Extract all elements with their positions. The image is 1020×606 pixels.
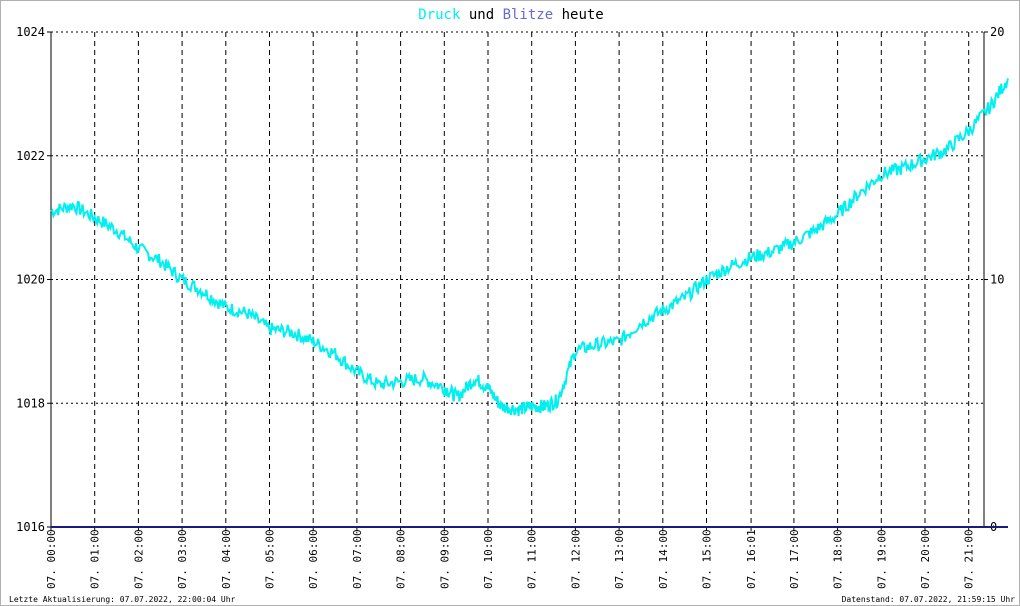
- chart-title: Druck und Blitze heute: [418, 7, 603, 23]
- y-tick-label: 1016: [16, 520, 45, 534]
- x-tick-label: 07. 12:00: [569, 529, 582, 589]
- x-tick-label: 07. 11:00: [526, 529, 539, 589]
- y-tick-label: 1018: [16, 396, 45, 410]
- x-tick-label: 07. 13:00: [613, 529, 626, 589]
- x-tick-label: 07. 20:00: [919, 529, 932, 589]
- x-tick-label: 07. 18:00: [832, 529, 845, 589]
- grid: [50, 31, 984, 527]
- x-tick-label: 07. 19:00: [875, 529, 888, 589]
- axes: [47, 31, 988, 531]
- title-und: und: [460, 7, 502, 23]
- x-tick-label: 07. 01:00: [89, 529, 102, 589]
- y-tick-label: 1022: [16, 149, 45, 163]
- title-heute: heute: [553, 7, 604, 23]
- x-tick-label: 07. 04:00: [220, 529, 233, 589]
- title-druck: Druck: [418, 7, 461, 23]
- y-tick-labels: 1016 1018 1020 1022 1024: [16, 25, 45, 534]
- chart-frame: Druck und Blitze heute 1016 1018 1020 1022 1…: [0, 0, 1020, 606]
- x-tick-label: 07. 05:00: [264, 529, 277, 589]
- series-line-druck: [50, 78, 1009, 417]
- title-blitze: Blitze: [503, 7, 554, 23]
- data-status-label: Datenstand: 07.07.2022, 21:59:15 Uhr: [841, 595, 1015, 604]
- x-tick-label: 07. 17:00: [788, 529, 801, 589]
- x-tick-labels: 07. 00:00 07. 01:00 07. 02:00 07. 03:00 07. …: [45, 529, 976, 589]
- y2-tick-label: 10: [990, 273, 1004, 287]
- y-tick-label: 1020: [16, 273, 45, 287]
- x-tick-label: 07. 02:00: [132, 529, 145, 589]
- y-tick-label: 1024: [16, 25, 45, 39]
- x-tick-label: 07. 21:00: [963, 529, 976, 589]
- x-tick-label: 07. 03:00: [176, 529, 189, 589]
- x-tick-label: 07. 06:00: [307, 529, 320, 589]
- x-tick-label: 07. 08:00: [395, 529, 408, 589]
- x-tick-label: 07. 16:01: [745, 529, 758, 589]
- x-tick-label: 07. 07:00: [351, 529, 364, 589]
- x-tick-label: 07. 15:00: [701, 529, 714, 589]
- x-tick-label: 07. 09:00: [438, 529, 451, 589]
- x-tick-label: 07. 10:00: [482, 529, 495, 589]
- series-lines: [50, 78, 1009, 528]
- y2-tick-label: 20: [990, 25, 1004, 39]
- x-tick-label: 07. 00:00: [45, 529, 58, 589]
- x-tick-label: 07. 14:00: [657, 529, 670, 589]
- pressure-lightning-chart: Druck und Blitze heute 10161018102010221…: [16, 7, 1009, 589]
- last-update-label: Letzte Aktualisierung: 07.07.2022, 22:00…: [9, 595, 236, 604]
